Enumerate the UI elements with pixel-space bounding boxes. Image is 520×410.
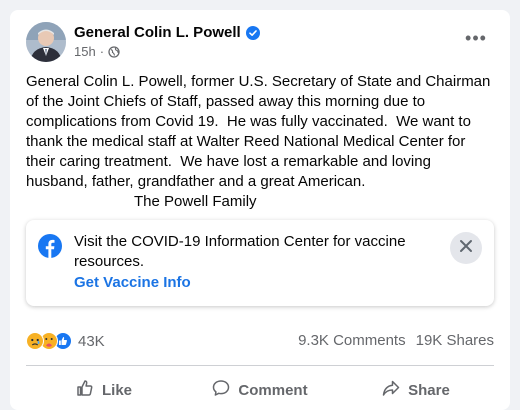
post-card: General Colin L. Powell 15h · ••• Genera… [10,10,510,410]
post-actions: Like Comment Share [26,370,494,410]
author-name[interactable]: General Colin L. Powell [74,24,260,41]
facebook-logo-icon [38,234,62,258]
author-name-text[interactable]: General Colin L. Powell [74,24,241,41]
covid-info-banner: Visit the COVID-19 Information Center fo… [26,220,494,306]
close-banner-button[interactable] [450,232,482,264]
reactions-summary[interactable]: 43K [26,332,105,350]
post-body: General Colin L. Powell, former U.S. Sec… [26,72,496,212]
comments-count[interactable]: 9.3K Comments [298,332,406,349]
post-signature: The Powell Family [134,193,257,210]
like-icon [76,379,94,401]
engagement-counts: 9.3K Comments 19K Shares [298,332,494,349]
share-icon [382,379,400,401]
like-label: Like [101,381,132,399]
share-label: Share [408,381,450,399]
like-button[interactable]: Like [26,370,182,410]
post-body-text: General Colin L. Powell, former U.S. Sec… [26,73,495,190]
comment-button[interactable]: Comment [182,370,338,410]
post-header: General Colin L. Powell 15h · ••• [26,22,494,64]
post-meta: 15h · [74,44,120,59]
share-button[interactable]: Share [338,370,494,410]
comment-icon [212,379,230,401]
get-vaccine-info-link[interactable]: Get Vaccine Info [74,274,191,291]
author-avatar[interactable] [26,22,66,62]
more-options-icon[interactable]: ••• [458,28,494,52]
globe-icon[interactable] [108,45,120,58]
verified-badge-icon [245,25,260,40]
close-icon [459,239,473,258]
actions-divider [26,365,494,366]
post-timestamp[interactable]: 15h [74,44,96,59]
covid-banner-text: Visit the COVID-19 Information Center fo… [74,233,406,270]
reactions-count[interactable]: 43K [78,333,105,350]
sad-reaction-icon [26,332,44,350]
post-stats: 43K 9.3K Comments 19K Shares [26,332,494,352]
comment-label: Comment [238,381,308,399]
meta-separator: · [99,44,105,59]
shares-count[interactable]: 19K Shares [416,332,494,349]
